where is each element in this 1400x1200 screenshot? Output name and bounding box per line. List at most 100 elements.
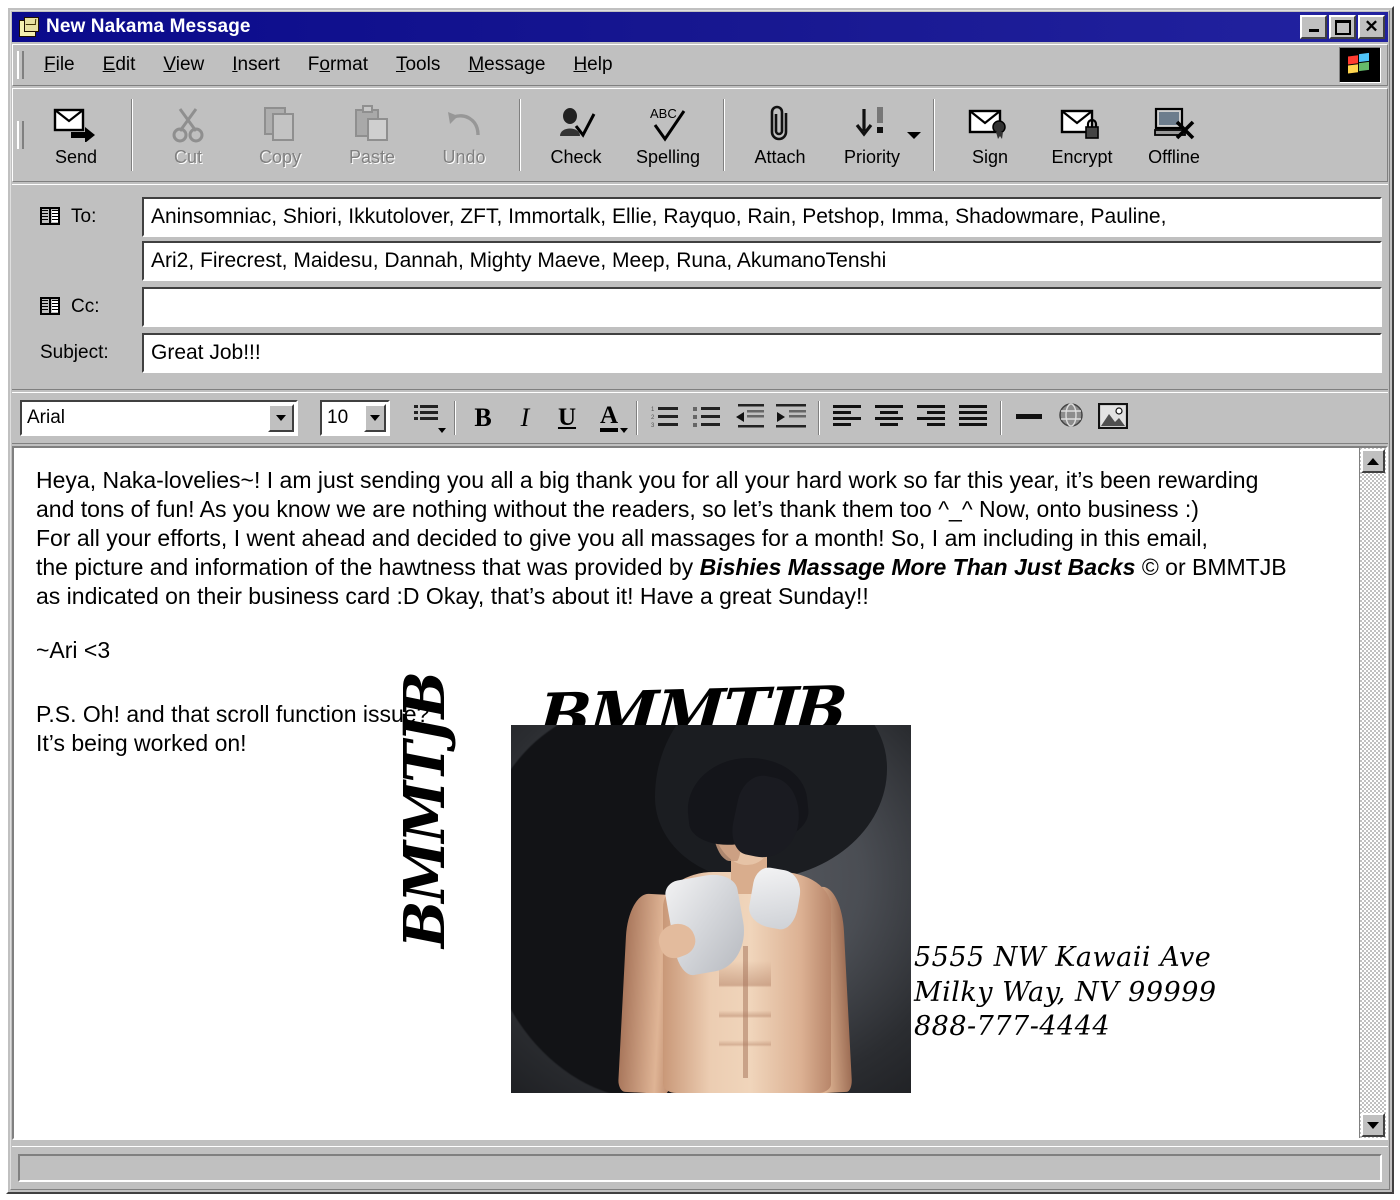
toolbar-separator-2 xyxy=(519,99,521,171)
cc-field[interactable] xyxy=(142,287,1382,327)
card-logo-side: BMMTJB xyxy=(392,673,458,948)
italic-button[interactable]: I xyxy=(504,397,546,439)
address-book-icon[interactable] xyxy=(40,207,62,227)
insert-picture-button[interactable] xyxy=(1092,397,1134,439)
font-name-combo[interactable]: Arial xyxy=(20,400,298,436)
toolbar-grip[interactable] xyxy=(17,121,24,149)
subject-field[interactable]: Great Job!!! xyxy=(142,333,1382,373)
justify-button[interactable] xyxy=(952,397,994,439)
to-field-line1[interactable]: Aninsomniac, Shiori, Ikkutolover, ZFT, I… xyxy=(142,197,1382,237)
align-center-button[interactable] xyxy=(868,397,910,439)
encrypt-button[interactable]: Encrypt xyxy=(1036,96,1128,174)
justify-icon xyxy=(959,404,987,432)
paperclip-icon xyxy=(765,102,795,146)
font-color-icon: A xyxy=(599,403,619,432)
toolbar-separator-1 xyxy=(131,99,133,171)
bold-button[interactable]: B xyxy=(462,397,504,439)
body-line-3: For all your efforts, I went ahead and d… xyxy=(36,524,1208,551)
to-row: To: Aninsomniac, Shiori, Ikkutolover, ZF… xyxy=(12,197,1382,237)
body-line-5: as indicated on their business card :D O… xyxy=(36,582,869,609)
font-color-button[interactable]: A xyxy=(588,397,630,439)
sign-button[interactable]: Sign xyxy=(944,96,1036,174)
check-names-button[interactable]: Check xyxy=(530,96,622,174)
envelope-seal-icon xyxy=(968,102,1012,146)
message-body-editor[interactable]: Heya, Naka-lovelies~! I am just sending … xyxy=(12,446,1388,1140)
cc-label-group[interactable]: Cc: xyxy=(12,296,142,318)
decrease-indent-icon xyxy=(734,403,764,433)
minimize-button[interactable] xyxy=(1300,15,1327,39)
subject-row: Subject: Great Job!!! xyxy=(12,333,1382,373)
menu-format[interactable]: Format xyxy=(294,52,382,78)
body-line-4a: the picture and information of the hawtn… xyxy=(36,553,700,580)
menu-tools[interactable]: Tools xyxy=(382,52,454,78)
format-separator-1 xyxy=(454,401,456,435)
menubar-grip[interactable] xyxy=(17,51,24,79)
horizontal-line-button[interactable] xyxy=(1008,397,1050,439)
subject-label: Subject: xyxy=(40,342,109,363)
svg-text:ABC: ABC xyxy=(650,106,677,121)
check-label: Check xyxy=(550,147,602,167)
to-label: To: xyxy=(71,206,97,227)
align-right-button[interactable] xyxy=(910,397,952,439)
spelling-button[interactable]: ABC Spelling xyxy=(622,96,714,174)
cut-label: Cut xyxy=(173,147,202,167)
menu-edit[interactable]: Edit xyxy=(89,52,150,78)
increase-indent-button[interactable] xyxy=(770,397,812,439)
to-label-group[interactable]: To: xyxy=(12,206,142,228)
body-line-4: the picture and information of the hawtn… xyxy=(36,553,1326,582)
bulleted-list-button[interactable] xyxy=(686,397,728,439)
undo-label: Undo xyxy=(442,147,486,167)
horizontal-line-icon xyxy=(1014,406,1044,431)
picture-icon xyxy=(1097,402,1129,434)
menu-file[interactable]: File xyxy=(30,52,89,78)
font-name-chevron-down-icon[interactable] xyxy=(268,404,294,432)
align-left-icon xyxy=(833,404,861,432)
priority-icon xyxy=(853,102,891,146)
underline-button[interactable]: U xyxy=(546,397,588,439)
send-button[interactable]: Send xyxy=(30,96,122,174)
offline-label: Offline xyxy=(1148,147,1200,167)
undo-button[interactable]: Undo xyxy=(418,96,510,174)
copy-label: Copy xyxy=(258,147,302,167)
scroll-up-button[interactable] xyxy=(1361,449,1385,473)
maximize-button[interactable] xyxy=(1329,15,1356,39)
format-separator-3 xyxy=(818,401,820,435)
copy-button[interactable]: Copy xyxy=(234,96,326,174)
paste-button[interactable]: Paste xyxy=(326,96,418,174)
font-size-chevron-down-icon[interactable] xyxy=(364,404,386,432)
attach-button[interactable]: Attach xyxy=(734,96,826,174)
cut-button[interactable]: Cut xyxy=(142,96,234,174)
numbered-list-button[interactable]: 1 2 3 xyxy=(644,397,686,439)
check-names-icon xyxy=(556,102,596,146)
align-left-button[interactable] xyxy=(826,397,868,439)
paste-icon xyxy=(353,102,391,146)
to-field-line2[interactable]: Ari2, Firecrest, Maidesu, Dannah, Mighty… xyxy=(142,241,1382,281)
vertical-scrollbar[interactable] xyxy=(1359,448,1386,1138)
undo-arrow-icon xyxy=(444,102,484,146)
scroll-down-button[interactable] xyxy=(1361,1113,1385,1137)
business-card-image[interactable]: BMMTJB BMMTJB 5555 NW Kawaii Ave Milky W… xyxy=(392,672,1304,1128)
paragraph-style-button[interactable] xyxy=(406,397,448,439)
underline-icon: U xyxy=(557,404,577,431)
font-size-combo[interactable]: 10 xyxy=(320,400,390,436)
paragraph-style-icon xyxy=(414,404,440,433)
titlebar: New Nakama Message ✕ xyxy=(12,12,1388,42)
cc-row: Cc: xyxy=(12,287,1382,327)
font-name-value: Arial xyxy=(27,407,66,428)
menu-message[interactable]: Message xyxy=(454,52,559,78)
offline-button[interactable]: Offline xyxy=(1128,96,1220,174)
menubar: File Edit View Insert Format Tools Messa… xyxy=(12,44,1388,86)
align-right-icon xyxy=(917,404,945,432)
menu-help[interactable]: Help xyxy=(559,52,626,78)
copy-icon xyxy=(261,102,299,146)
decrease-indent-button[interactable] xyxy=(728,397,770,439)
paragraph-style-chevron-down-icon[interactable] xyxy=(438,428,446,433)
address-book-icon-cc[interactable] xyxy=(40,297,62,317)
spelling-label: Spelling xyxy=(635,147,701,167)
font-color-chevron-down-icon[interactable] xyxy=(620,428,628,433)
menu-view[interactable]: View xyxy=(149,52,218,78)
priority-dropdown-arrow-icon[interactable] xyxy=(904,105,924,165)
insert-link-button[interactable] xyxy=(1050,397,1092,439)
close-button[interactable]: ✕ xyxy=(1358,15,1385,39)
menu-insert[interactable]: Insert xyxy=(218,52,294,78)
